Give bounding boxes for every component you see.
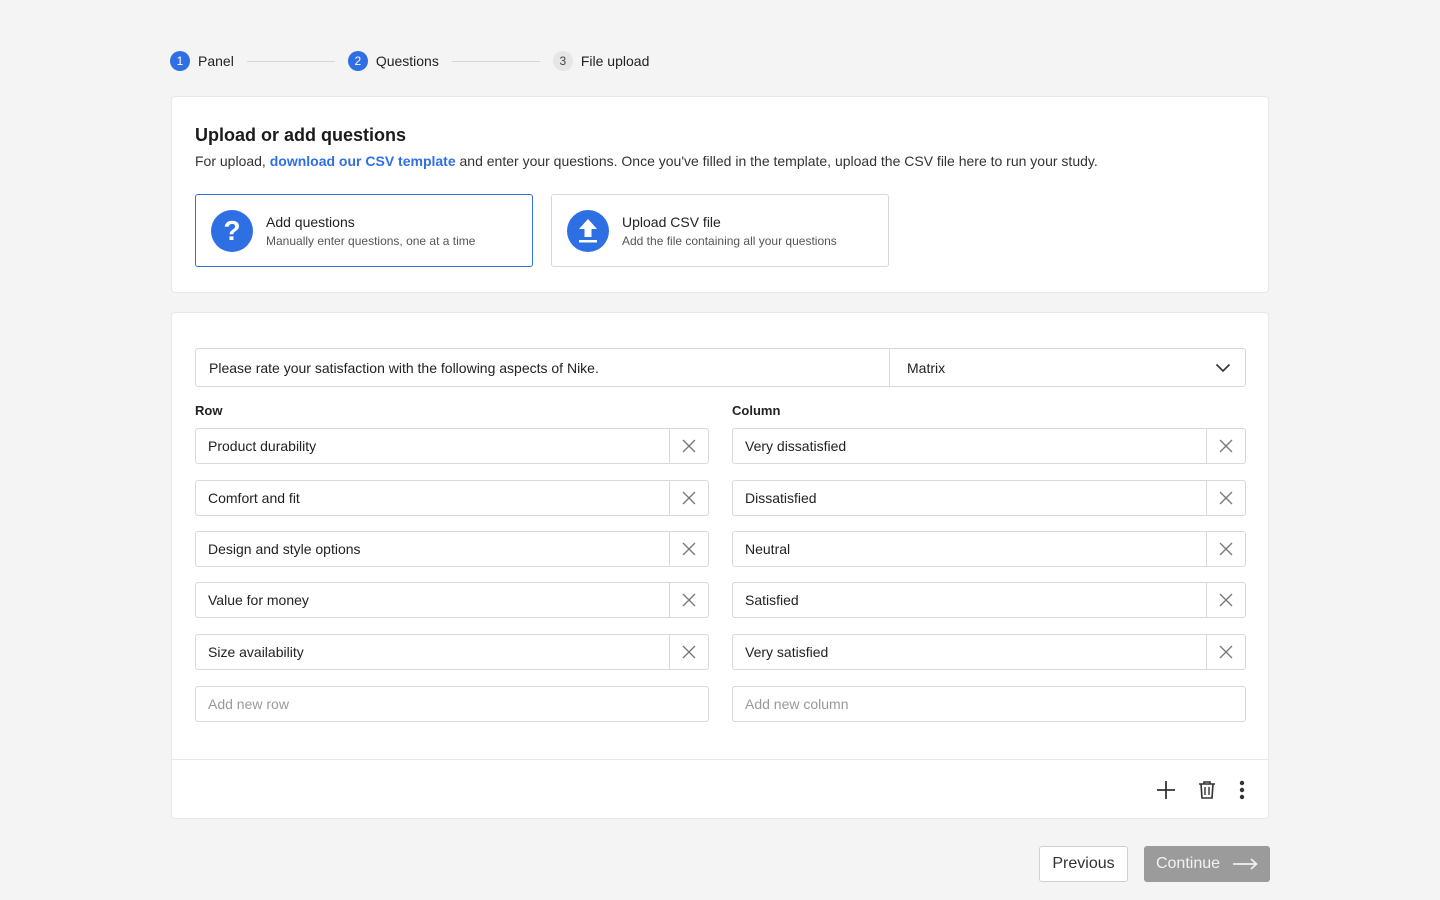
svg-text:?: ? — [223, 215, 240, 246]
step-connector — [246, 60, 335, 62]
step-questions[interactable]: 2 Questions — [347, 51, 439, 71]
add-column-input[interactable]: Add new column — [732, 686, 1246, 722]
upload-csv-option[interactable]: Upload CSV file Add the file containing … — [551, 194, 889, 267]
close-icon — [1219, 491, 1233, 505]
row-input[interactable]: Product durability — [196, 429, 670, 463]
close-icon — [682, 593, 696, 607]
close-icon — [682, 491, 696, 505]
upload-description: For upload, download our CSV template an… — [195, 153, 1098, 169]
close-icon — [1219, 542, 1233, 556]
option-title: Add questions — [266, 213, 355, 230]
stepper: 1 Panel 2 Questions 3 File upload — [170, 50, 649, 72]
continue-button[interactable]: Continue — [1144, 846, 1270, 882]
column-input[interactable]: Satisfied — [733, 583, 1207, 617]
question-row: Please rate your satisfaction with the f… — [195, 348, 1246, 387]
remove-column-button[interactable] — [1207, 481, 1245, 515]
continue-label: Continue — [1155, 855, 1221, 872]
column-input[interactable]: Neutral — [733, 532, 1207, 566]
remove-column-button[interactable] — [1207, 635, 1245, 669]
upload-desc-suffix: and enter your questions. Once you've fi… — [455, 153, 1098, 169]
option-title: Upload CSV file — [622, 213, 721, 230]
card-divider — [172, 759, 1268, 760]
remove-column-button[interactable] — [1207, 583, 1245, 617]
row-input[interactable]: Comfort and fit — [196, 481, 670, 515]
upload-title: Upload or add questions — [195, 125, 407, 145]
row-field: Value for money — [195, 582, 709, 618]
column-field: Very satisfied — [732, 634, 1246, 670]
step-number: 3 — [552, 51, 573, 71]
row-field: Product durability — [195, 428, 709, 464]
remove-row-button[interactable] — [670, 583, 708, 617]
remove-row-button[interactable] — [670, 532, 708, 566]
plus-icon — [1157, 781, 1175, 799]
question-icon: ? — [211, 209, 253, 252]
remove-row-button[interactable] — [670, 429, 708, 463]
step-number: 1 — [170, 51, 190, 71]
row-input[interactable]: Design and style options — [196, 532, 670, 566]
column-field: Dissatisfied — [732, 480, 1246, 516]
upload-desc-prefix: For upload, — [195, 153, 270, 169]
row-input[interactable]: Size availability — [196, 635, 670, 669]
step-label: Panel — [198, 53, 234, 69]
chevron-down-icon — [1215, 363, 1231, 372]
question-card: Please rate your satisfaction with the f… — [171, 312, 1269, 819]
step-number: 2 — [347, 51, 368, 71]
option-text: Add questions Manually enter questions, … — [266, 214, 475, 248]
column-field: Satisfied — [732, 582, 1246, 618]
step-connector — [451, 60, 540, 62]
column-field: Very dissatisfied — [732, 428, 1246, 464]
column-input[interactable]: Very satisfied — [733, 635, 1207, 669]
column-input[interactable]: Dissatisfied — [733, 481, 1207, 515]
trash-icon — [1199, 781, 1215, 799]
option-subtitle: Manually enter questions, one at a time — [266, 233, 476, 248]
remove-column-button[interactable] — [1207, 429, 1245, 463]
more-options-button[interactable] — [1230, 778, 1254, 802]
step-panel[interactable]: 1 Panel — [170, 51, 234, 71]
upload-icon — [567, 209, 609, 252]
column-field: Neutral — [732, 531, 1246, 567]
question-type-select[interactable]: Matrix — [890, 349, 1245, 386]
option-subtitle: Add the file containing all your questio… — [622, 233, 837, 248]
more-vertical-icon — [1239, 780, 1245, 800]
row-field: Size availability — [195, 634, 709, 670]
arrow-right-icon — [1233, 858, 1258, 870]
remove-row-button[interactable] — [670, 635, 708, 669]
close-icon — [1219, 439, 1233, 453]
close-icon — [1219, 593, 1233, 607]
step-label: Questions — [375, 53, 439, 69]
remove-column-button[interactable] — [1207, 532, 1245, 566]
close-icon — [682, 542, 696, 556]
upload-card: Upload or add questions For upload, down… — [171, 96, 1269, 293]
close-icon — [682, 645, 696, 659]
column-input[interactable]: Very dissatisfied — [733, 429, 1207, 463]
previous-button[interactable]: Previous — [1039, 846, 1128, 882]
option-text: Upload CSV file Add the file containing … — [622, 214, 837, 248]
row-field: Design and style options — [195, 531, 709, 567]
close-icon — [682, 439, 696, 453]
add-question-button[interactable] — [1154, 778, 1178, 802]
step-label: File upload — [580, 53, 650, 69]
column-header: Column — [732, 403, 781, 418]
step-file-upload[interactable]: 3 File upload — [552, 51, 650, 71]
remove-row-button[interactable] — [670, 481, 708, 515]
question-type-value: Matrix — [907, 359, 946, 376]
delete-question-button[interactable] — [1195, 778, 1219, 802]
row-header: Row — [195, 403, 223, 418]
close-icon — [1219, 645, 1233, 659]
row-field: Comfort and fit — [195, 480, 709, 516]
row-input[interactable]: Value for money — [196, 583, 670, 617]
add-row-input[interactable]: Add new row — [195, 686, 709, 722]
add-questions-option[interactable]: ? Add questions Manually enter questions… — [195, 194, 533, 267]
question-text-input[interactable]: Please rate your satisfaction with the f… — [196, 349, 890, 386]
csv-template-link[interactable]: download our CSV template — [270, 153, 456, 169]
